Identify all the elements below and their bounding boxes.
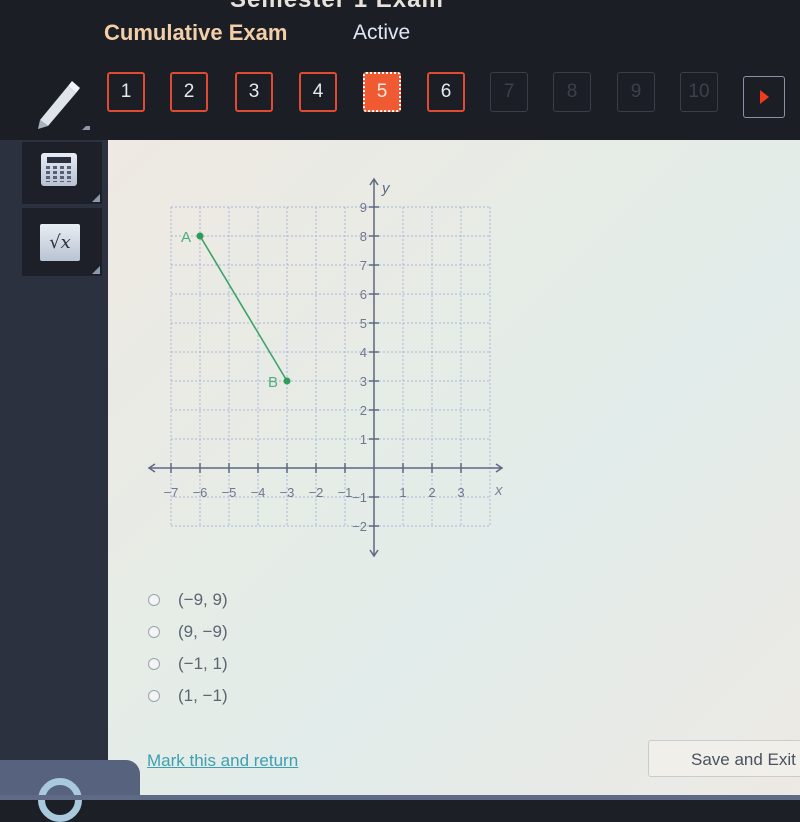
question-nav-6[interactable]: 6 (427, 72, 465, 112)
pencil-tool-button[interactable] (30, 76, 90, 131)
question-nav-1[interactable]: 1 (107, 72, 145, 112)
y-tick-label: −1 (352, 490, 367, 505)
y-axis-label: y (381, 180, 391, 197)
choice-label: (1, −1) (178, 686, 228, 705)
expand-corner-icon (92, 194, 100, 202)
segment-ab (199, 235, 288, 382)
question-nav-4[interactable]: 4 (299, 72, 337, 112)
point-label-a: A (181, 229, 191, 246)
answer-choice[interactable]: (1, −1) (148, 680, 228, 712)
question-nav-3[interactable]: 3 (235, 72, 273, 112)
bottom-strip (0, 795, 800, 800)
y-tick-label: 7 (360, 258, 367, 273)
answer-choice[interactable]: (−9, 9) (148, 584, 228, 616)
answer-choice[interactable]: (−1, 1) (148, 648, 228, 680)
coordinate-graph: x y −7 −6 −5 −4 −3 −2 −1 1 2 3 9 8 7 6 5 4 3 2 1 −1 −2 A B (147, 177, 504, 558)
radio-button[interactable] (148, 626, 160, 638)
x-axis-label: x (494, 482, 503, 499)
y-tick-label: 4 (360, 345, 367, 360)
next-question-button[interactable] (743, 76, 785, 118)
radio-button[interactable] (148, 690, 160, 702)
y-tick-label: 2 (360, 403, 367, 418)
point-a (196, 232, 204, 240)
answer-choices: (−9, 9) (9, −9) (−1, 1) (1, −1) (148, 584, 228, 712)
x-tick-label: 3 (457, 485, 464, 500)
x-tick-label: −2 (309, 485, 324, 500)
tool-sidebar: √x (0, 140, 108, 800)
question-nav-8: 8 (553, 72, 591, 112)
y-tick-label: 5 (360, 316, 367, 331)
expand-corner-icon (92, 266, 100, 274)
choice-label: (9, −9) (178, 622, 228, 641)
question-nav-9: 9 (617, 72, 655, 112)
question-nav-2[interactable]: 2 (170, 72, 208, 112)
choice-label: (−1, 1) (178, 654, 228, 673)
x-tick-label: −4 (251, 485, 266, 500)
pencil-icon (38, 81, 90, 130)
answer-choice[interactable]: (9, −9) (148, 616, 228, 648)
radio-button[interactable] (148, 658, 160, 670)
x-tick-label: −3 (280, 485, 295, 500)
x-tick-label: −1 (338, 485, 353, 500)
save-and-exit-button[interactable]: Save and Exit (648, 740, 800, 777)
top-bar: Semester 1 Exam Cumulative Exam Active 1… (0, 0, 800, 140)
question-nav-10: 10 (680, 72, 718, 112)
play-triangle-icon (759, 90, 769, 104)
y-tick-label: 1 (360, 432, 367, 447)
radio-button[interactable] (148, 594, 160, 606)
app-icon (38, 778, 82, 822)
x-tick-label: −6 (193, 485, 208, 500)
calculator-icon (41, 153, 77, 186)
point-b (283, 377, 291, 385)
y-tick-label: 8 (360, 229, 367, 244)
exam-title: Cumulative Exam (104, 20, 288, 45)
y-tick-label: 3 (360, 374, 367, 389)
point-label-b: B (268, 374, 278, 391)
x-tick-label: 2 (428, 485, 435, 500)
square-root-icon: √x (40, 224, 80, 261)
mark-and-return-link[interactable]: Mark this and return (147, 751, 298, 771)
course-title-truncated: Semester 1 Exam (230, 0, 444, 14)
x-tick-label: −7 (164, 485, 179, 500)
x-tick-label: 1 (399, 485, 406, 500)
exam-status: Active (353, 21, 411, 44)
y-tick-label: 9 (360, 200, 367, 215)
y-tick-label: −2 (352, 519, 367, 534)
y-tick-label: 6 (360, 287, 367, 302)
calculator-tool-button[interactable] (22, 142, 102, 204)
x-tick-label: −5 (222, 485, 237, 500)
question-nav-7: 7 (490, 72, 528, 112)
formula-tool-button[interactable]: √x (22, 208, 102, 276)
choice-label: (−9, 9) (178, 590, 228, 609)
question-nav-5[interactable]: 5 (363, 72, 401, 112)
